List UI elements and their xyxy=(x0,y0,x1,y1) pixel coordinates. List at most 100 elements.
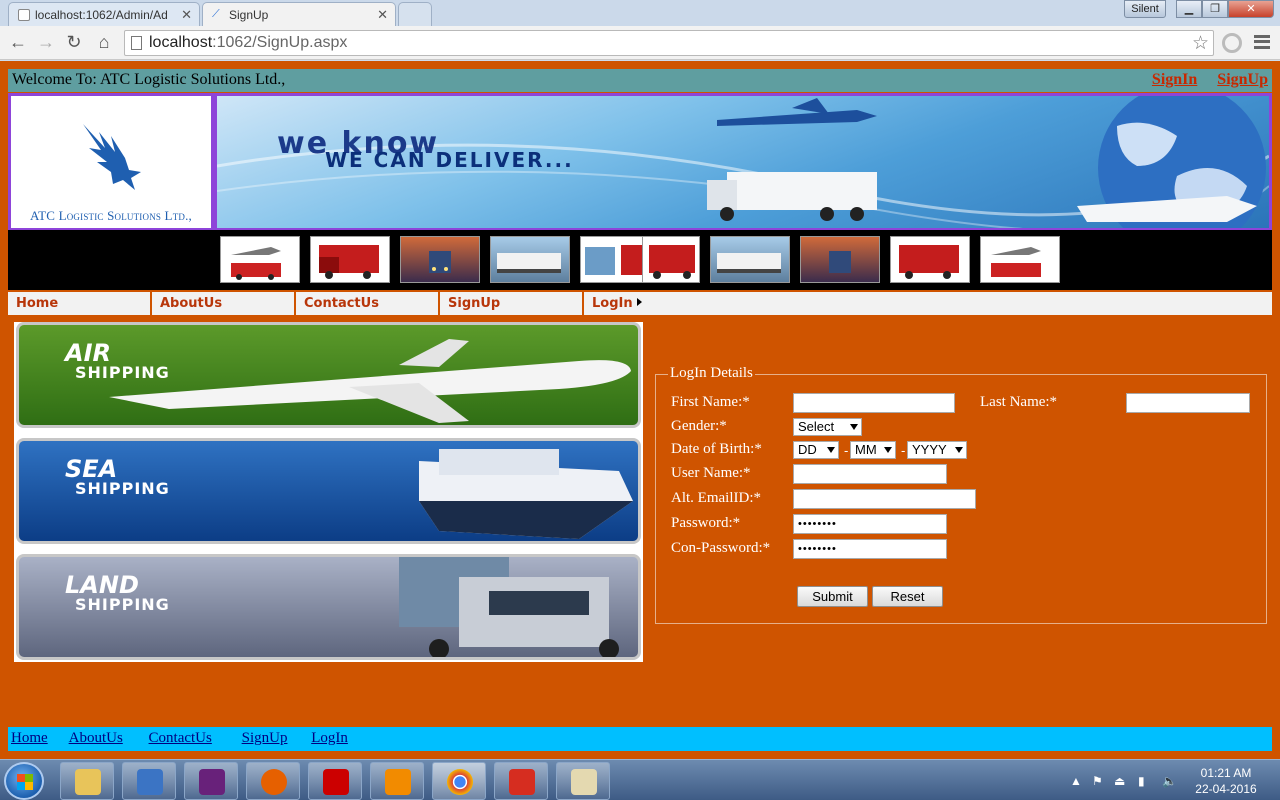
menu-aboutus[interactable]: AboutUs xyxy=(152,292,296,315)
gallery-image-plane-truck-2 xyxy=(980,236,1060,283)
confirm-password-label: Con-Password:* xyxy=(671,540,771,556)
windows-logo-icon-lower xyxy=(17,782,33,790)
home-icon[interactable]: ⌂ xyxy=(92,31,116,55)
dob-label: Date of Birth:* xyxy=(671,441,762,457)
taskbar-explorer[interactable] xyxy=(60,762,114,800)
address-path: :1062/SignUp.aspx xyxy=(212,34,348,51)
system-clock[interactable]: 01:21 AM 22-04-2016 xyxy=(1186,765,1266,797)
bookmark-star-icon[interactable]: ☆ xyxy=(1192,32,1209,55)
visual-studio-icon xyxy=(199,769,225,795)
menu-label: LogIn xyxy=(592,296,633,311)
menu-signup[interactable]: SignUp xyxy=(440,292,584,315)
land-shipping-card: LAND SHIPPING xyxy=(16,554,641,660)
menu-contactus[interactable]: ContactUs xyxy=(296,292,440,315)
tab-admin[interactable]: localhost:1062/Admin/Ad ✕ xyxy=(8,2,200,26)
footer-nav: Home AboutUs ContactUs SignUp LogIn xyxy=(8,727,1272,751)
signin-link[interactable]: SignIn xyxy=(1152,71,1197,88)
welcome-text: Welcome To: ATC Logistic Solutions Ltd., xyxy=(12,71,286,88)
dob-month-select[interactable]: MM xyxy=(850,441,896,459)
dob-day-select[interactable]: DD xyxy=(793,441,839,459)
gallery-image-red-truck xyxy=(310,236,390,283)
first-name-input[interactable] xyxy=(793,393,955,413)
browser-toolbar: ← → ↻ ⌂ localhost:1062/SignUp.aspx ☆ xyxy=(0,26,1280,60)
firefox-icon xyxy=(261,769,287,795)
network-icon[interactable]: ▮ xyxy=(1138,774,1152,788)
close-icon[interactable]: ✕ xyxy=(181,7,192,23)
submit-button[interactable]: Submit xyxy=(797,586,868,607)
gallery-image-white-trucks-2 xyxy=(710,236,790,283)
browser-tab-strip: localhost:1062/Admin/Ad ✕ ⟋ SignUp ✕ Sil… xyxy=(0,0,1280,26)
menu-home[interactable]: Home xyxy=(8,292,152,315)
address-bar[interactable]: localhost:1062/SignUp.aspx ☆ xyxy=(124,30,1214,56)
taskbar-firefox[interactable] xyxy=(246,762,300,800)
tab-title: SignUp xyxy=(229,8,269,22)
footer-link-signup[interactable]: SignUp xyxy=(242,730,288,746)
dob-separator: - xyxy=(844,443,849,458)
ccleaner-icon xyxy=(509,769,535,795)
company-logo: ATC Logistic Solutions Ltd., xyxy=(8,93,214,231)
profile-badge[interactable]: Silent xyxy=(1124,0,1166,18)
taskbar-visual-studio[interactable] xyxy=(184,762,238,800)
taskbar-paint[interactable] xyxy=(556,762,610,800)
last-name-label: Last Name:* xyxy=(980,394,1058,410)
media-player-icon xyxy=(137,769,163,795)
menu-label: SignUp xyxy=(448,296,501,311)
clock-time: 01:21 AM xyxy=(1200,766,1252,780)
taskbar-vlc[interactable] xyxy=(370,762,424,800)
footer-link-contactus[interactable]: ContactUs xyxy=(149,730,212,746)
reset-button[interactable]: Reset xyxy=(872,586,943,607)
gender-select[interactable]: Select xyxy=(793,418,862,436)
back-icon[interactable]: ← xyxy=(6,31,30,55)
air-shipping-card: AIR SHIPPING xyxy=(16,322,641,428)
footer-link-login[interactable]: LogIn xyxy=(311,730,348,746)
welcome-bar: Welcome To: ATC Logistic Solutions Ltd.,… xyxy=(8,69,1272,92)
taskbar-ccleaner[interactable] xyxy=(494,762,548,800)
chrome-icon xyxy=(447,769,473,795)
username-label: User Name:* xyxy=(671,465,751,481)
browser-menu-icon[interactable] xyxy=(1254,35,1270,49)
username-input[interactable] xyxy=(793,464,947,484)
sea-shipping-card: SEA SHIPPING xyxy=(16,438,641,544)
signup-form: LogIn Details First Name:* Last Name:* G… xyxy=(655,365,1267,624)
new-tab-button[interactable] xyxy=(398,2,432,26)
dob-year-select[interactable]: YYYY xyxy=(907,441,967,459)
first-name-label: First Name:* xyxy=(671,394,750,410)
footer-link-aboutus[interactable]: AboutUs xyxy=(69,730,123,746)
taskbar-chrome[interactable] xyxy=(432,762,486,800)
confirm-password-input[interactable]: •••••••• xyxy=(793,539,947,559)
alt-email-label: Alt. EmailID:* xyxy=(671,490,761,506)
chevron-down-icon xyxy=(850,424,858,430)
last-name-input[interactable] xyxy=(1126,393,1250,413)
air-subtitle: SHIPPING xyxy=(75,363,170,382)
menu-label: AboutUs xyxy=(160,296,223,311)
volume-icon[interactable]: 🔈 xyxy=(1162,774,1177,788)
minimize-button[interactable]: ▁ xyxy=(1176,0,1202,18)
menu-label: ContactUs xyxy=(304,296,379,311)
password-input[interactable]: •••••••• xyxy=(793,514,947,534)
signup-link[interactable]: SignUp xyxy=(1217,71,1268,88)
tab-title: localhost:1062/Admin/Ad xyxy=(35,8,168,22)
menu-login[interactable]: LogIn xyxy=(584,292,728,315)
delivery-banner: we know WE CAN DELIVER... xyxy=(214,93,1272,231)
reload-icon[interactable]: ↻ xyxy=(62,31,86,55)
show-hidden-icons-icon[interactable]: ▲ xyxy=(1070,774,1084,788)
alt-email-input[interactable] xyxy=(793,489,976,509)
forward-icon[interactable]: → xyxy=(34,31,58,55)
land-subtitle: SHIPPING xyxy=(75,595,170,614)
address-host: localhost xyxy=(149,34,213,51)
extension-icon[interactable] xyxy=(1222,33,1242,53)
action-center-flag-icon[interactable]: ⚑ xyxy=(1092,774,1106,788)
close-window-button[interactable]: ✕ xyxy=(1228,0,1274,18)
footer-link-home[interactable]: Home xyxy=(11,730,48,746)
usb-icon[interactable]: ⏏ xyxy=(1114,774,1128,788)
maximize-button[interactable]: ❐ xyxy=(1202,0,1228,18)
close-icon[interactable]: ✕ xyxy=(377,7,388,23)
vlc-icon xyxy=(385,769,411,795)
logo-favicon-icon: ⟋ xyxy=(212,8,220,20)
taskbar-acrobat[interactable] xyxy=(308,762,362,800)
logo-text: ATC Logistic Solutions Ltd., xyxy=(29,208,192,223)
tab-signup[interactable]: ⟋ SignUp ✕ xyxy=(202,2,396,26)
start-button[interactable] xyxy=(4,762,44,800)
taskbar-media-player[interactable] xyxy=(122,762,176,800)
page-icon xyxy=(131,36,142,50)
